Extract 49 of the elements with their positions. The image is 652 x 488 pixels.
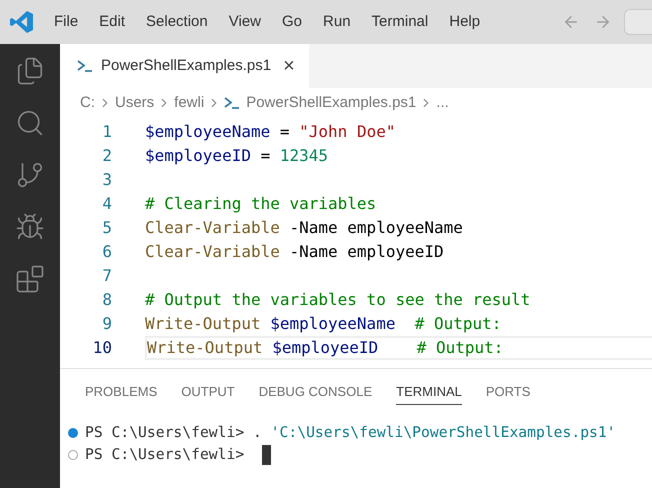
files-icon[interactable]	[15, 56, 45, 86]
code-line: Clear-Variable -Name employeeName	[145, 217, 463, 239]
breadcrumb-item[interactable]: ...	[436, 92, 449, 114]
code-line: # Clearing the variables	[145, 193, 376, 215]
panel-tab[interactable]: TERMINAL	[396, 382, 462, 406]
line-number: 5	[101, 217, 112, 239]
breadcrumb-item[interactable]: Users	[115, 92, 154, 114]
line-number: 6	[101, 241, 112, 263]
menu-item[interactable]: Run	[323, 10, 351, 34]
close-button[interactable]: ×	[283, 56, 295, 76]
line-number: 3	[101, 169, 112, 191]
line-number: 9	[101, 313, 112, 335]
command-center-field[interactable]	[624, 9, 652, 35]
terminal-prompt-icon	[224, 97, 240, 109]
panel-tab[interactable]: PORTS	[486, 382, 530, 406]
code-line: Write-Output $employeeID # Output:	[147, 337, 504, 359]
terminal-prompt-icon	[77, 60, 93, 72]
menu-item[interactable]: Terminal	[372, 10, 428, 34]
line-number: 8	[101, 289, 112, 311]
line-number: 10	[92, 337, 112, 359]
line-number: 1	[101, 121, 112, 143]
menu-item[interactable]: Go	[282, 10, 302, 34]
app-logo-icon	[10, 10, 34, 34]
menu-item[interactable]: Help	[449, 10, 480, 34]
breadcrumb-item[interactable]: C:	[80, 92, 95, 114]
code-line: $employeeID = 12345	[145, 145, 328, 167]
code-line: Write-Output $employeeName # Output:	[145, 313, 502, 335]
terminal-line: PS C:\Users\fewli> . 'C:\Users\fewli\PowerShellExamples.ps1'	[85, 422, 616, 443]
search-icon[interactable]	[15, 108, 45, 138]
menu-item[interactable]: File	[54, 10, 78, 34]
breadcrumb-item[interactable]: fewli	[174, 92, 204, 114]
bug-icon[interactable]	[15, 212, 45, 242]
code-line: # Output the variables to see the result	[145, 289, 530, 311]
terminal-line: PS C:\Users\fewli>	[85, 444, 246, 465]
code-line: $employeeName = "John Doe"	[145, 121, 396, 143]
menu-item[interactable]: Edit	[99, 10, 126, 34]
panel-tab[interactable]: OUTPUT	[181, 382, 235, 406]
menu-item[interactable]: Selection	[146, 10, 208, 34]
line-number: 4	[101, 193, 112, 215]
line-number: 7	[101, 265, 112, 287]
editor-tab[interactable]: PowerShellExamples.ps1 ×	[60, 44, 309, 88]
branch-icon[interactable]	[15, 160, 45, 190]
code-line: Clear-Variable -Name employeeID	[145, 241, 444, 263]
breadcrumb-item[interactable]: PowerShellExamples.ps1	[246, 92, 416, 114]
line-number: 2	[101, 145, 112, 167]
blocks-icon[interactable]	[15, 264, 45, 294]
panel-tab[interactable]: PROBLEMS	[85, 382, 158, 406]
panel-tab[interactable]: DEBUG CONSOLE	[258, 382, 372, 406]
menu-item[interactable]: View	[228, 10, 261, 34]
